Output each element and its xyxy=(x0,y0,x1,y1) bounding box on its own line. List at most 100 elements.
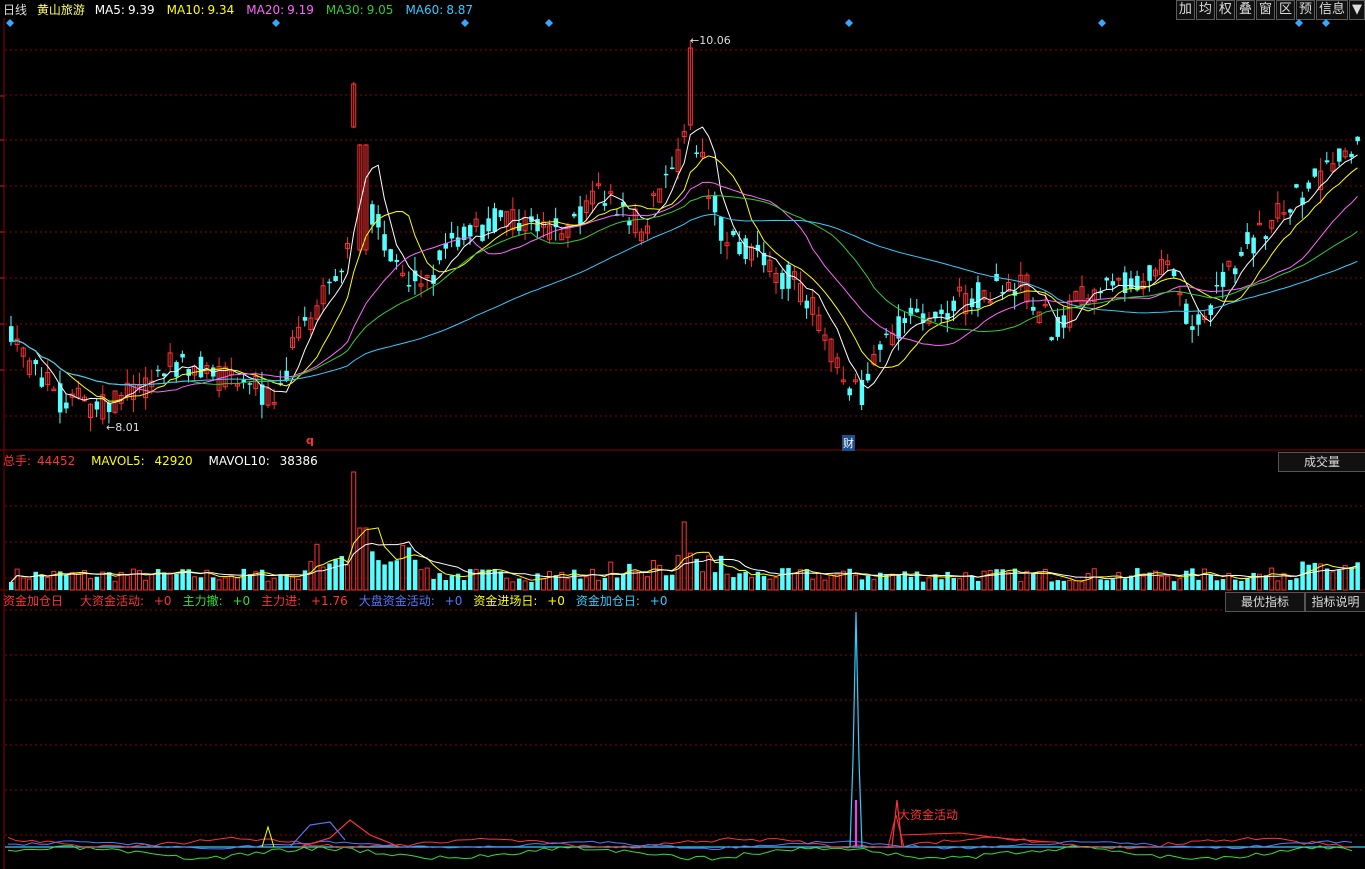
candle-body-down xyxy=(1263,236,1269,240)
indicator-legend-item: 资金加仓日 xyxy=(3,594,64,608)
volume-bar-down xyxy=(388,561,393,590)
candle-body-down xyxy=(394,259,400,262)
candle-body-down xyxy=(1349,153,1354,158)
volume-bar-down xyxy=(1098,579,1103,590)
volume-bar-up xyxy=(724,573,730,591)
stock-chart[interactable] xyxy=(0,0,1365,869)
volume-bar-up xyxy=(889,573,895,591)
volume-bar-up xyxy=(596,579,602,591)
volume-bar-up xyxy=(296,578,302,591)
volume-bar-down xyxy=(210,577,216,590)
volume-bar-up xyxy=(767,578,773,591)
candle-body-down xyxy=(731,231,736,236)
volume-bar-up xyxy=(14,568,20,591)
volume-bar-down xyxy=(572,569,577,590)
volume-bar-up xyxy=(871,579,877,591)
indicator-help-button[interactable]: 指标说明 xyxy=(1305,592,1365,612)
volume-bar-down xyxy=(1288,579,1293,590)
volume-bar-down xyxy=(627,563,632,590)
candle-body-down xyxy=(1306,182,1311,189)
big-money-annotation: 大资金活动 xyxy=(898,808,959,822)
mavol5-value: 42920 xyxy=(154,454,193,468)
candle-body-down xyxy=(339,270,344,273)
volume-bar-down xyxy=(1196,579,1201,590)
marker-finance[interactable]: 财 xyxy=(842,435,855,451)
candle-body-down xyxy=(94,401,100,410)
volume-bar-down xyxy=(394,560,400,590)
volume-bar-up xyxy=(583,576,589,591)
candle-body-down xyxy=(1324,160,1330,163)
marker-q[interactable]: q xyxy=(306,434,314,447)
volume-bar-up xyxy=(112,580,118,591)
volume-bar-up xyxy=(222,577,228,591)
volume-bar-down xyxy=(529,581,534,590)
candle-body-down xyxy=(663,173,669,176)
candle-body-down xyxy=(370,204,375,225)
event-diamond xyxy=(1098,19,1106,27)
candle-body-down xyxy=(1190,326,1195,330)
candle-body-down xyxy=(106,402,112,413)
volume-bar-up xyxy=(749,576,755,591)
volume-bar-up xyxy=(828,574,834,591)
volume-bar-down xyxy=(1263,575,1269,590)
candle-body-down xyxy=(1294,184,1299,188)
volume-bar-up xyxy=(632,570,638,591)
volume-bar-up xyxy=(773,577,779,591)
candle-body-down xyxy=(1055,317,1061,337)
candle-body-down xyxy=(627,220,632,226)
volume-bar-down xyxy=(731,577,736,590)
volume-bar-down xyxy=(920,581,926,590)
candle-body-down xyxy=(878,344,883,350)
volume-bar-down xyxy=(278,574,283,590)
volume-bar-down xyxy=(461,580,467,590)
volume-bar-down xyxy=(64,574,69,590)
volume-bar-up xyxy=(424,567,430,591)
volume-bar-down xyxy=(975,580,981,590)
candle-body-down xyxy=(896,316,901,339)
volume-bar-down xyxy=(896,574,901,590)
event-diamond xyxy=(845,19,853,27)
event-diamond xyxy=(545,19,553,27)
mavol10-line xyxy=(10,541,1358,583)
candle-body-down xyxy=(1214,285,1220,287)
candle-body-down xyxy=(939,309,944,315)
high-value: 10.06 xyxy=(699,34,731,47)
candle-body-down xyxy=(198,356,204,378)
volume-bar-down xyxy=(712,572,718,590)
volume-bar-down xyxy=(443,579,449,590)
best-indicator-button[interactable]: 最优指标 xyxy=(1225,592,1305,612)
volume-bar-up xyxy=(351,471,357,591)
candle-body-down xyxy=(902,318,908,324)
candle-body-down xyxy=(975,282,981,309)
volume-bar-up xyxy=(265,580,271,591)
candle-body-down xyxy=(174,362,179,377)
volume-bar-up xyxy=(418,569,424,591)
volume-bar-down xyxy=(1245,578,1250,590)
volume-bar-down xyxy=(663,575,669,590)
volume-bar-up xyxy=(143,579,149,591)
volume-bar-down xyxy=(376,560,381,590)
volume-bar-up xyxy=(1091,568,1097,591)
volume-bar-up xyxy=(100,571,106,591)
volume-bar-down xyxy=(786,568,791,590)
volume-bar-down xyxy=(1214,580,1220,590)
volume-bar-up xyxy=(1006,571,1012,591)
volume-bar-down xyxy=(1239,580,1244,590)
candle-body-down xyxy=(1208,305,1214,315)
volume-bar-down xyxy=(908,576,914,590)
volume-bar-down xyxy=(939,579,944,590)
low-value: 8.01 xyxy=(115,421,140,434)
volume-bar-down xyxy=(945,571,950,590)
volume-indicator-button[interactable]: 成交量 xyxy=(1278,452,1365,472)
event-diamond xyxy=(6,19,14,27)
candle-body-down xyxy=(669,167,675,169)
volume-bar-up xyxy=(1318,563,1324,591)
candle-body-down xyxy=(186,369,191,376)
volume-bar-up xyxy=(363,527,369,591)
candle-body-down xyxy=(737,241,742,255)
mavol5-line xyxy=(10,527,1358,583)
volume-bar-up xyxy=(167,572,173,591)
candle-body-down xyxy=(327,281,332,284)
volume-bar-down xyxy=(1337,570,1342,590)
low-price-label: ←8.01 xyxy=(106,421,140,434)
